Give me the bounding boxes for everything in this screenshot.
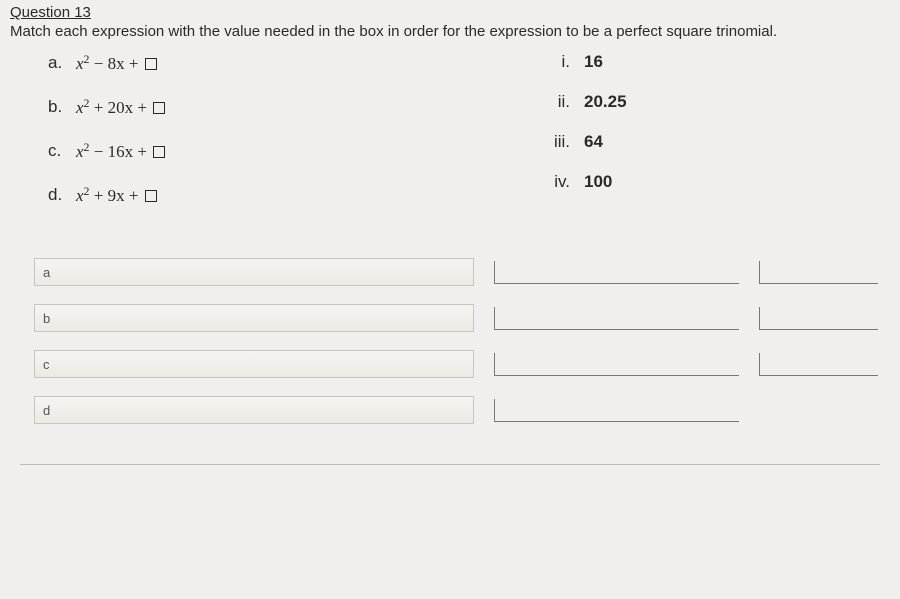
expression-row: d. x2 + 9x + — [48, 184, 528, 206]
blank-box-icon — [145, 190, 157, 202]
content-columns: a. x2 − 8x + b. x2 + 20x + c. x2 − 16x +… — [10, 52, 890, 228]
expression-row: a. x2 − 8x + — [48, 52, 528, 74]
answer-input-a-1[interactable] — [494, 261, 739, 284]
expressions-column: a. x2 − 8x + b. x2 + 20x + c. x2 − 16x +… — [10, 52, 528, 228]
answer-input-b-1[interactable] — [494, 307, 739, 330]
row-prefix: c — [34, 350, 474, 378]
expression-label: b. — [48, 97, 76, 117]
answer-row: iii. 64 — [534, 132, 627, 152]
answer-row: i. 16 — [534, 52, 627, 72]
expression-label: a. — [48, 53, 76, 73]
expression-row: b. x2 + 20x + — [48, 96, 528, 118]
expression-row: c. x2 − 16x + — [48, 140, 528, 162]
input-row: c — [34, 350, 890, 378]
answer-input-d-1[interactable] — [494, 399, 739, 422]
divider — [20, 464, 880, 465]
answer-input-a-2[interactable] — [759, 261, 878, 284]
input-row: a — [34, 258, 890, 286]
answer-input-c-1[interactable] — [494, 353, 739, 376]
expression-math: x2 − 8x + — [76, 52, 157, 74]
answer-value: 16 — [584, 52, 603, 72]
question-title: Question 13 — [10, 4, 890, 21]
expression-math: x2 + 9x + — [76, 184, 157, 206]
answer-value: 64 — [584, 132, 603, 152]
answer-value: 100 — [584, 172, 612, 192]
answer-inputs-area: a b c d — [10, 228, 890, 424]
blank-box-icon — [145, 58, 157, 70]
answer-input-c-2[interactable] — [759, 353, 878, 376]
blank-box-icon — [153, 146, 165, 158]
expression-math: x2 + 20x + — [76, 96, 165, 118]
question-prompt: Match each expression with the value nee… — [10, 23, 890, 40]
expression-math: x2 − 16x + — [76, 140, 165, 162]
answer-label: iii. — [534, 132, 584, 152]
input-row: d — [34, 396, 890, 424]
input-row: b — [34, 304, 890, 332]
answer-row: iv. 100 — [534, 172, 627, 192]
answer-input-b-2[interactable] — [759, 307, 878, 330]
expression-label: c. — [48, 141, 76, 161]
answer-label: iv. — [534, 172, 584, 192]
answer-label: ii. — [534, 92, 584, 112]
answer-row: ii. 20.25 — [534, 92, 627, 112]
row-prefix: a — [34, 258, 474, 286]
answer-label: i. — [534, 52, 584, 72]
row-prefix: d — [34, 396, 474, 424]
blank-box-icon — [153, 102, 165, 114]
answer-value: 20.25 — [584, 92, 627, 112]
answers-column: i. 16 ii. 20.25 iii. 64 iv. 100 — [528, 52, 627, 228]
expression-label: d. — [48, 185, 76, 205]
row-prefix: b — [34, 304, 474, 332]
